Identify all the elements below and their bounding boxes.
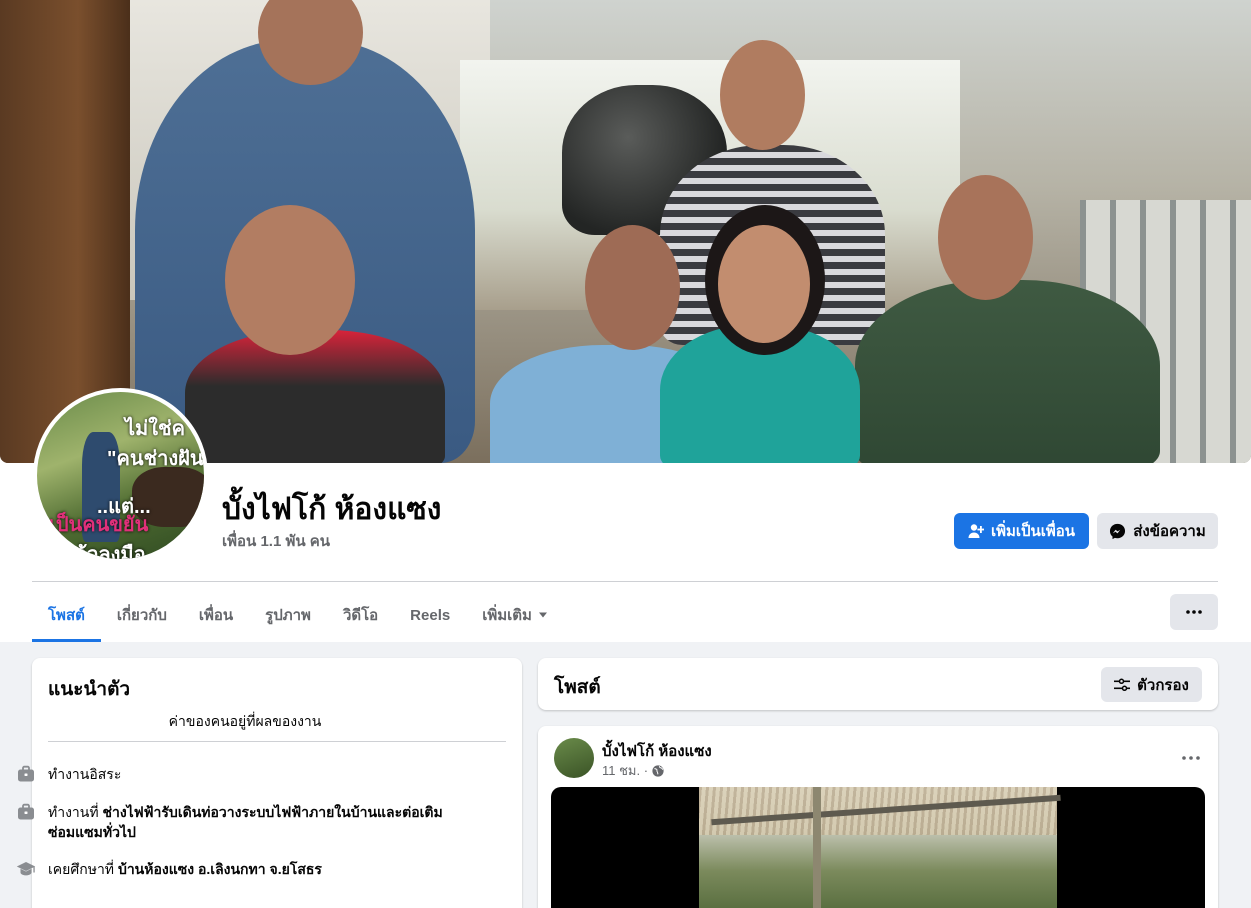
briefcase-icon: [18, 765, 34, 782]
intro-item-workplace: ทำงานที่ ช่างไฟฟ้ารับเดินท่อวางระบบไฟฟ้า…: [16, 802, 466, 842]
add-friend-button[interactable]: เพิ่มเป็นเพื่อน: [954, 513, 1089, 549]
post-timestamp: 11 ชม. ·: [602, 760, 664, 781]
filter-button[interactable]: ตัวกรอง: [1101, 667, 1202, 702]
briefcase-icon: [18, 803, 34, 820]
post-author-avatar[interactable]: [554, 738, 594, 778]
intro-divider: [48, 741, 506, 742]
tab-about[interactable]: เกี่ยวกับ: [101, 588, 183, 642]
posts-header-card: โพสต์ ตัวกรอง: [538, 658, 1218, 710]
post-card: บั้งไฟโก้ ห้องแซง 11 ชม. ·: [538, 726, 1218, 908]
message-button[interactable]: ส่งข้อความ: [1097, 513, 1218, 549]
intro-bio: ค่าของคนอยู่ที่ผลของงาน: [168, 713, 322, 729]
filter-icon: [1114, 678, 1131, 691]
profile-tabs: โพสต์ เกี่ยวกับ เพื่อน รูปภาพ วิดีโอ Ree…: [32, 588, 564, 642]
caret-down-icon: [538, 612, 547, 618]
post-video[interactable]: [551, 787, 1205, 908]
profile-avatar[interactable]: ไม่ใช่ค "คนช่างฝัน" ..แต่... เป็นคนขยัน …: [33, 388, 208, 563]
tab-posts[interactable]: โพสต์: [32, 588, 101, 642]
intro-item-education: เคยศึกษาที่ บ้านห้องแซง อ.เลิงนกทา จ.ยโส…: [16, 859, 466, 879]
profile-header: ไม่ใช่ค "คนช่างฝัน" ..แต่... เป็นคนขยัน …: [0, 0, 1251, 642]
cover-photo[interactable]: [0, 0, 1251, 463]
tab-videos[interactable]: วิดีโอ: [327, 588, 394, 642]
intro-item-work: ทำงานอิสระ: [16, 764, 466, 784]
tab-more[interactable]: เพิ่มเติม: [466, 588, 564, 642]
graduation-cap-icon: [16, 862, 36, 876]
messenger-icon: [1110, 523, 1126, 539]
tab-reels[interactable]: Reels: [394, 588, 466, 642]
intro-title: แนะนำตัว: [48, 679, 131, 700]
ellipsis-icon: [1186, 610, 1202, 614]
posts-title: โพสต์: [554, 677, 601, 698]
profile-name: บั้งไฟโก้ ห้องแซง: [222, 493, 442, 526]
tab-friends[interactable]: เพื่อน: [183, 588, 249, 642]
workplace-link[interactable]: ช่างไฟฟ้ารับเดินท่อวางระบบไฟฟ้าภายในบ้าน…: [48, 804, 443, 840]
add-friend-icon: [968, 524, 984, 538]
tab-photos[interactable]: รูปภาพ: [249, 588, 327, 642]
friends-count[interactable]: เพื่อน 1.1 พัน คน: [222, 529, 330, 553]
header-divider: [32, 581, 1218, 582]
more-options-button[interactable]: [1170, 594, 1218, 630]
school-link[interactable]: บ้านห้องแซง อ.เลิงนกทา จ.ยโสธร: [118, 861, 322, 877]
globe-icon: [652, 764, 664, 777]
post-options-icon[interactable]: [1182, 744, 1200, 765]
